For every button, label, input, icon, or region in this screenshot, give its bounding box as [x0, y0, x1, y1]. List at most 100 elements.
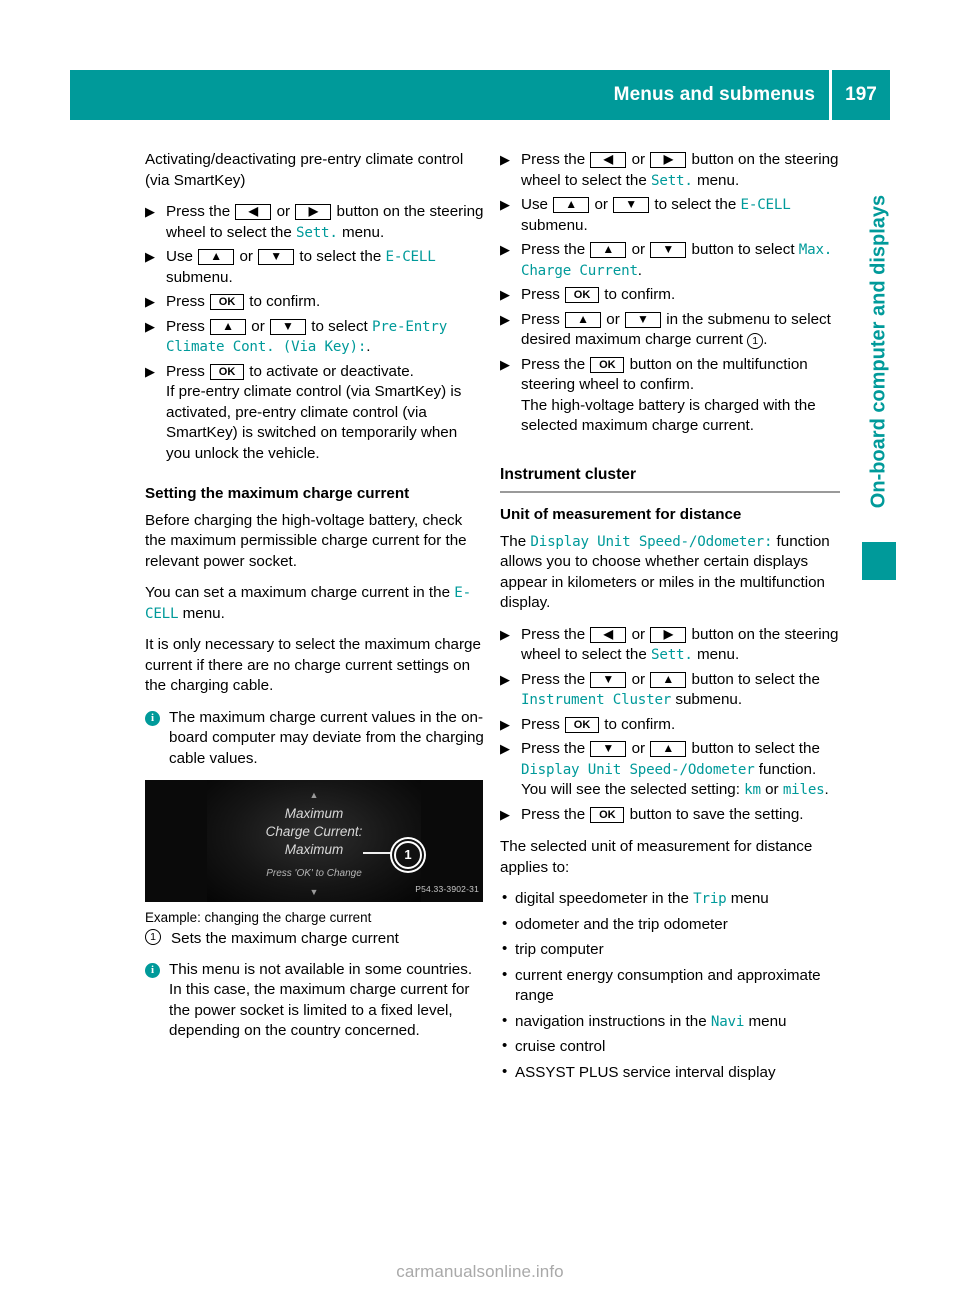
left-paragraph-3: It is only necessary to select the maxim… — [145, 636, 481, 694]
applies-to-paragraph: The selected unit of measurement for dis… — [500, 838, 813, 876]
step-item: ▶ Press OK to confirm. — [145, 292, 485, 313]
left-paragraph-2-a: You can set a maximum charge current in … — [145, 584, 455, 601]
left-column: Activating/deactivating pre-entry climat… — [145, 150, 485, 1053]
down-arrow-key[interactable]: ▼ — [613, 197, 650, 213]
bullet-icon: • — [502, 965, 508, 983]
menu-term: E-CELL — [740, 197, 791, 213]
step-item: ▶ Press the ▼ or ▲ button to select the I… — [500, 670, 840, 711]
right-step-list-top: ▶ Press the ◀ or ▶ button on the steering… — [500, 150, 840, 437]
menu-term: km — [744, 782, 761, 798]
list-item: • ASSYST PLUS service interval display — [500, 1063, 840, 1084]
step-arrow-icon: ▶ — [145, 363, 155, 379]
step-item: ▶ Press the ▼ or ▲ button to select the D… — [500, 739, 840, 801]
step-text: Press ▲ or ▼ in the submenu to select de… — [521, 310, 831, 349]
step-text: Use ▲ or ▼ to select the E-CELL submenu. — [166, 248, 436, 286]
step-arrow-icon: ▶ — [500, 806, 510, 822]
step-arrow-icon: ▶ — [500, 311, 510, 327]
right-column: ▶ Press the ◀ or ▶ button on the steering… — [500, 150, 840, 1088]
menu-term: Trip — [693, 891, 727, 907]
figure-callout-1: 1 — [394, 841, 422, 869]
right-sub-heading: Unit of measurement for distance — [500, 506, 742, 523]
step-item: ▶ Press the ◀ or ▶ button on the steering… — [500, 625, 840, 666]
ok-key[interactable]: OK — [565, 287, 600, 303]
chapter-side-tab: On-board computer and displays — [862, 130, 896, 580]
left-arrow-key[interactable]: ◀ — [590, 626, 627, 643]
ok-key[interactable]: OK — [565, 716, 600, 733]
bullet-icon: • — [502, 1062, 508, 1080]
down-arrow-key[interactable]: ▼ — [258, 249, 295, 265]
function-name-display-unit: Display Unit Speed-/Odometer: — [530, 533, 773, 550]
up-arrow-key[interactable]: ▲ — [650, 671, 687, 688]
right-arrow-key[interactable]: ▶ — [650, 152, 687, 168]
step-arrow-icon: ▶ — [145, 294, 155, 309]
left-arrow-key[interactable]: ◀ — [235, 204, 272, 220]
step-subtext: The high-voltage battery is charged with… — [521, 396, 816, 435]
bullet-icon: • — [502, 914, 508, 932]
down-arrow-key[interactable]: ▼ — [590, 741, 627, 757]
figure-scroll-up-arrow: ▲ — [309, 790, 319, 800]
step-arrow-icon: ▶ — [500, 287, 510, 302]
up-arrow-key[interactable]: ▲ — [198, 249, 235, 265]
step-text: Use ▲ or ▼ to select the E-CELL submenu. — [521, 196, 791, 234]
down-arrow-key[interactable]: ▼ — [650, 242, 687, 258]
figure-scroll-down-arrow: ▼ — [309, 887, 319, 897]
up-arrow-key[interactable]: ▲ — [553, 197, 590, 213]
menu-term: Instrument Cluster — [521, 692, 672, 708]
step-arrow-icon: ▶ — [500, 197, 510, 212]
down-arrow-key[interactable]: ▼ — [625, 311, 661, 328]
step-text: Press the OK button to save the setting. — [521, 805, 804, 823]
page-number-box: 197 — [832, 70, 890, 120]
right-arrow-key[interactable]: ▶ — [650, 626, 687, 643]
ok-key[interactable]: OK — [210, 363, 245, 380]
up-arrow-key[interactable]: ▲ — [210, 318, 247, 335]
instrument-display-figure: ▲ Maximum Charge Current: Maximum Press … — [145, 780, 483, 902]
menu-term: Pre-Entry Climate Cont. (Via Key): — [166, 318, 448, 356]
page-number: 197 — [845, 84, 877, 105]
menu-term: Navi — [710, 1013, 745, 1030]
menu-term: Sett. — [651, 172, 693, 189]
list-item: • odometer and the trip odometer — [500, 915, 840, 936]
step-text: Press OK to confirm. — [521, 715, 676, 733]
figure-caption: Example: changing the charge current — [145, 910, 372, 925]
menu-term: Display Unit Speed-/Odometer — [521, 761, 755, 778]
list-item: • digital speedometer in the Trip menu — [500, 889, 840, 910]
down-arrow-key[interactable]: ▼ — [590, 671, 627, 688]
down-arrow-key[interactable]: ▼ — [270, 318, 306, 335]
chapter-side-tab-marker — [862, 542, 896, 580]
right-section-heading: Instrument cluster — [500, 465, 637, 483]
step-arrow-icon: ▶ — [500, 626, 510, 642]
up-arrow-key[interactable]: ▲ — [565, 311, 602, 328]
list-item-text: cruise control — [515, 1038, 606, 1055]
ok-key[interactable]: OK — [590, 806, 625, 823]
ok-key[interactable]: OK — [210, 294, 245, 310]
step-subtext: You will see the selected setting: km or… — [521, 781, 829, 798]
step-arrow-icon: ▶ — [500, 741, 510, 756]
step-text: Press ▲ or ▼ to select Pre-Entry Climate… — [166, 317, 448, 356]
info-note-2: i This menu is not available in some cou… — [145, 960, 485, 1042]
right-arrow-key[interactable]: ▶ — [295, 204, 332, 220]
list-item: • navigation instructions in the Navi men… — [500, 1012, 840, 1033]
up-arrow-key[interactable]: ▲ — [650, 741, 687, 757]
info-note-1-text: The maximum charge current values in the… — [169, 708, 484, 767]
step-item: ▶ Press ▲ or ▼ to select Pre-Entry Climat… — [145, 317, 485, 358]
ok-key[interactable]: OK — [590, 356, 625, 373]
up-arrow-key[interactable]: ▲ — [590, 242, 627, 258]
legend-item-1: 1 Sets the maximum charge current — [145, 929, 485, 950]
step-arrow-icon: ▶ — [500, 716, 510, 732]
left-section-heading: Setting the maximum charge current — [145, 485, 410, 502]
step-arrow-icon: ▶ — [145, 249, 155, 264]
step-text: Press OK to activate or deactivate. — [166, 362, 414, 380]
left-arrow-key[interactable]: ◀ — [590, 152, 627, 168]
step-item: ▶ Press the OK button to save the setting… — [500, 805, 840, 826]
menu-term: miles — [782, 782, 825, 798]
step-item: ▶ Use ▲ or ▼ to select the E-CELL submenu… — [500, 195, 840, 236]
list-item-text: digital speedometer in the Trip menu — [515, 890, 769, 907]
step-arrow-icon: ▶ — [500, 242, 510, 257]
step-text: Press the ▲ or ▼ button to select Max. C… — [521, 241, 833, 279]
list-item-text: trip computer — [515, 941, 604, 958]
figure-line-3: Maximum — [284, 842, 344, 857]
figure-watermark: P54.33-3902-31 — [415, 883, 479, 894]
right-step-list-bottom: ▶ Press the ◀ or ▶ button on the steering… — [500, 625, 840, 826]
step-text: Press OK to confirm. — [521, 286, 676, 303]
